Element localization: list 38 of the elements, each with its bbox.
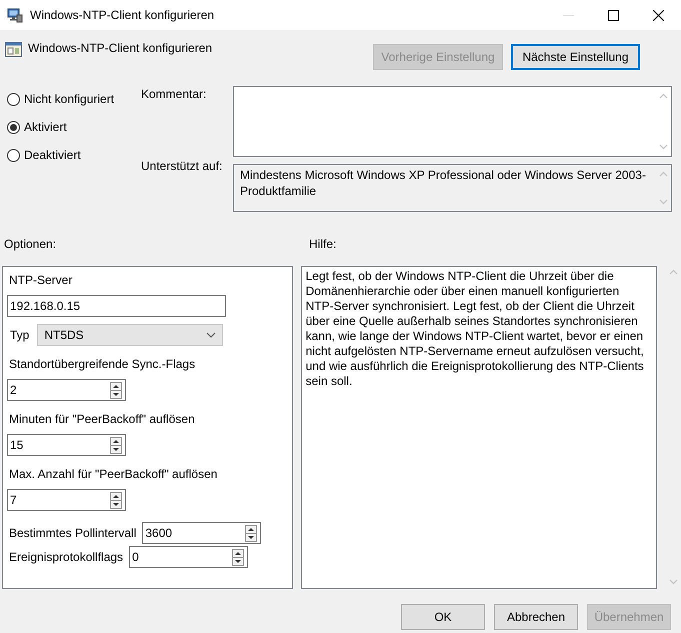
cancel-button[interactable]: Abbrechen	[494, 604, 578, 630]
window-title: Windows-NTP-Client konfigurieren	[30, 8, 216, 22]
spin-buttons-icon[interactable]	[110, 436, 122, 454]
close-icon[interactable]	[653, 10, 664, 20]
input-field[interactable]: 192.168.0.15	[7, 295, 226, 317]
spin-field[interactable]: 7	[7, 489, 126, 511]
field-label: NTP-Server	[8, 273, 74, 289]
radio-option[interactable]: Nicht konfiguriert	[7, 90, 141, 108]
comment-label: Kommentar:	[141, 86, 208, 103]
next-setting-button[interactable]: Nächste Einstellung	[511, 44, 640, 70]
spin-field[interactable]: 0	[129, 546, 248, 568]
supported-label: Unterstützt auf:	[141, 159, 224, 173]
radio-option[interactable]: Deaktiviert	[7, 146, 141, 164]
field-label: Ereignisprotokollflags	[9, 550, 124, 564]
supported-text: Mindestens Microsoft Windows XP Professional oder Windows Server 2003-Produktfamilie	[239, 167, 647, 200]
policy-icon	[5, 41, 22, 58]
help-text: Legt fest, ob der Windows NTP-Client die Uhrzeit über die Domänenhierarchie oder über einen manuell konfigurierten NTP-Server synchronisiert. Legt fest, ob der Client die Uhrzeit über eine Quelle außerhalb seines Standortes synchronisieren kann, wie lange der Windows NTP-Client wartet, bevor er einen nicht aufgelösten NTP-Servername erneut aufzulösen versucht, und wie ausführlich die Ereignisprotokollierung des NTP-Clients sein soll.	[304, 268, 645, 390]
field-label: Max. Anzahl für "PeerBackoff" auflösen	[8, 467, 218, 483]
radio-option[interactable]: Aktiviert	[7, 118, 141, 136]
field-label: Standortübergreifende Sync.-Flags	[8, 357, 196, 373]
help-label: Hilfe:	[309, 237, 336, 251]
computer-icon	[7, 7, 23, 23]
spin-field[interactable]: 3600	[142, 522, 262, 544]
caret-icon	[206, 332, 216, 338]
field-label: Typ	[10, 328, 30, 342]
options-label: Optionen:	[4, 237, 56, 251]
spin-buttons-icon[interactable]	[110, 382, 122, 398]
spin-buttons-icon[interactable]	[232, 548, 244, 566]
spin-field[interactable]: 15	[7, 434, 126, 456]
ok-button[interactable]: OK	[401, 604, 485, 630]
spin-field[interactable]: 2	[7, 379, 126, 401]
spin-buttons-icon[interactable]	[110, 492, 122, 508]
policy-title: Windows-NTP-Client konfigurieren	[28, 41, 212, 55]
field-label: Bestimmtes Pollintervall	[9, 526, 136, 540]
maximize-icon[interactable]	[608, 10, 619, 20]
field-label: Minuten für "PeerBackoff" auflösen	[8, 412, 196, 428]
spin-buttons-icon[interactable]	[245, 524, 258, 542]
dropdown[interactable]: NT5DS	[37, 324, 224, 346]
